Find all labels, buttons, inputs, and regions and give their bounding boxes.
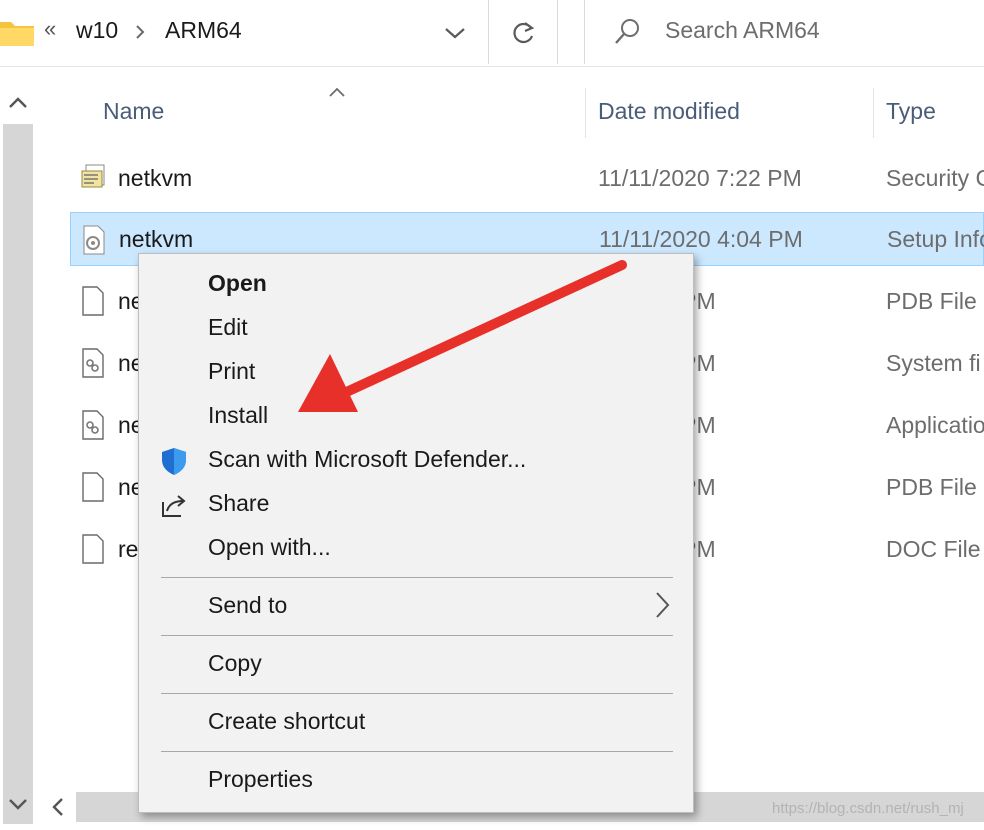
vertical-scrollbar[interactable] — [0, 88, 38, 828]
scroll-down-icon[interactable] — [8, 797, 28, 811]
sort-ascending-icon — [329, 87, 345, 97]
refresh-button[interactable] — [489, 0, 558, 64]
column-divider[interactable] — [873, 88, 874, 138]
toolbar: « w10 ARM64 Search ARM64 — [0, 0, 984, 67]
blank-file-icon — [82, 472, 104, 502]
search-input[interactable]: Search ARM64 — [665, 17, 820, 44]
file-name: netkvm — [119, 226, 194, 252]
file-name: netkvm — [118, 165, 193, 191]
context-menu: Open Edit Print Install Scan with Micros… — [138, 253, 694, 813]
file-type: Setup Info — [887, 226, 984, 252]
vertical-scroll-track[interactable] — [3, 124, 33, 824]
menu-item-label: Open — [208, 270, 267, 296]
file-type: DOC File — [886, 536, 981, 562]
menu-item-label: Send to — [208, 592, 288, 618]
column-header-type[interactable]: Type — [886, 98, 936, 125]
system-file-icon — [82, 348, 104, 378]
column-header-name[interactable]: Name — [103, 98, 164, 125]
scroll-left-icon[interactable] — [50, 797, 66, 817]
menu-item-scan-defender[interactable]: Scan with Microsoft Defender... — [139, 438, 693, 482]
file-type: PDB File — [886, 288, 977, 314]
setup-information-icon — [83, 225, 105, 255]
file-type: System fi — [886, 350, 981, 376]
blank-file-icon — [82, 286, 104, 316]
column-header-date-modified[interactable]: Date modified — [598, 98, 740, 125]
menu-item-label: Share — [208, 490, 270, 516]
file-type: Applicatio — [886, 412, 984, 438]
menu-item-label: Install — [208, 402, 269, 428]
share-icon — [162, 495, 186, 517]
file-date: 11/11/2020 4:04 PM — [599, 226, 803, 252]
menu-separator — [161, 751, 673, 752]
breadcrumb-separator-icon — [136, 25, 145, 39]
breadcrumb-overflow[interactable]: « — [44, 16, 56, 42]
security-catalog-icon — [81, 164, 105, 188]
menu-item-open[interactable]: Open — [139, 262, 693, 306]
menu-item-properties[interactable]: Properties — [139, 758, 693, 802]
file-type: Security C — [886, 165, 984, 191]
file-type: PDB File — [886, 474, 977, 500]
menu-item-install[interactable]: Install — [139, 394, 693, 438]
breadcrumb-arm64[interactable]: ARM64 — [165, 17, 242, 44]
menu-item-label: Print — [208, 358, 256, 384]
menu-item-label: Properties — [208, 766, 313, 792]
menu-item-label: Create shortcut — [208, 708, 366, 734]
menu-separator — [161, 693, 673, 694]
menu-item-label: Edit — [208, 314, 248, 340]
menu-item-send-to[interactable]: Send to — [139, 584, 693, 628]
address-bar[interactable]: « w10 ARM64 — [0, 0, 489, 64]
blank-file-icon — [82, 534, 104, 564]
menu-item-share[interactable]: Share — [139, 482, 693, 526]
refresh-icon — [513, 22, 535, 44]
menu-item-create-shortcut[interactable]: Create shortcut — [139, 700, 693, 744]
scroll-up-icon[interactable] — [8, 96, 28, 110]
file-name: re — [118, 536, 139, 562]
defender-shield-icon — [162, 448, 186, 475]
folder-icon — [0, 22, 34, 46]
menu-item-label: Copy — [208, 650, 262, 676]
chevron-down-icon[interactable] — [444, 26, 466, 40]
application-extension-icon — [82, 410, 104, 440]
menu-item-label: Scan with Microsoft Defender... — [208, 446, 527, 472]
breadcrumb-w10[interactable]: w10 — [76, 17, 118, 44]
menu-separator — [161, 577, 673, 578]
menu-item-label: Open with... — [208, 534, 331, 560]
menu-item-print[interactable]: Print — [139, 350, 693, 394]
chevron-right-icon — [656, 592, 670, 618]
search-icon — [615, 19, 639, 44]
watermark-text: https://blog.csdn.net/rush_mj — [772, 800, 964, 817]
menu-item-copy[interactable]: Copy — [139, 642, 693, 686]
file-row[interactable]: netkvm 11/11/2020 7:22 PM Security C — [70, 151, 984, 205]
menu-item-open-with[interactable]: Open with... — [139, 526, 693, 570]
file-date: 11/11/2020 7:22 PM — [598, 165, 802, 191]
search-box[interactable]: Search ARM64 — [584, 0, 984, 64]
column-divider[interactable] — [585, 88, 586, 138]
menu-separator — [161, 635, 673, 636]
menu-item-edit[interactable]: Edit — [139, 306, 693, 350]
